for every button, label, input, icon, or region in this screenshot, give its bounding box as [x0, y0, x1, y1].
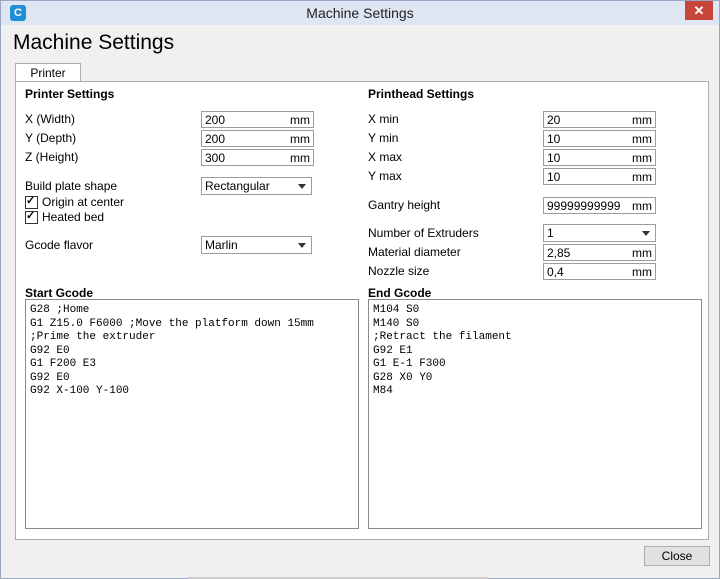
y-min-label: Y min	[368, 131, 399, 145]
gcode-flavor-select[interactable]: Marlin	[201, 236, 312, 254]
printhead-settings-heading: Printhead Settings	[368, 87, 475, 101]
x-width-field[interactable]: 200 mm	[201, 111, 314, 128]
machine-settings-window: C Machine Settings ✕ Machine Settings Pr…	[0, 0, 720, 579]
end-gcode-editor[interactable]: M104 S0 M140 S0 ;Retract the filament G9…	[368, 299, 702, 529]
build-plate-value: Rectangular	[205, 179, 270, 193]
end-gcode-line: M140 S0	[373, 317, 420, 330]
unit-mm: mm	[632, 199, 652, 213]
z-height-value: 300	[205, 151, 226, 165]
gantry-height-field[interactable]: 99999999999 mm	[543, 197, 656, 214]
dropdown-arrow-icon	[298, 243, 306, 248]
material-diameter-value: 2,85	[547, 246, 571, 260]
end-gcode-line: G1 E-1 F300	[373, 358, 446, 370]
x-max-field[interactable]: 10 mm	[543, 149, 656, 166]
y-max-value: 10	[547, 170, 561, 184]
unit-mm: mm	[290, 151, 310, 165]
end-gcode-line: M84	[373, 385, 393, 397]
dropdown-arrow-icon	[298, 184, 306, 189]
origin-center-checkbox[interactable]: Origin at center	[25, 194, 125, 209]
close-button[interactable]: Close	[644, 546, 710, 566]
unit-mm: mm	[290, 132, 310, 146]
nozzle-size-field[interactable]: 0,4 mm	[543, 263, 656, 280]
start-gcode-label: Start Gcode	[25, 286, 94, 300]
gantry-height-value: 99999999999	[547, 199, 621, 213]
start-gcode-line: ;Prime the extruder	[30, 331, 156, 343]
x-min-field[interactable]: 20 mm	[543, 111, 656, 128]
y-max-field[interactable]: 10 mm	[543, 168, 656, 185]
y-depth-label: Y (Depth)	[25, 131, 77, 145]
unit-mm: mm	[290, 113, 310, 127]
gcode-flavor-value: Marlin	[205, 238, 238, 252]
heated-bed-label: Heated bed	[42, 210, 105, 224]
y-depth-field[interactable]: 200 mm	[201, 130, 314, 147]
end-gcode-line: ;Retract the filament	[373, 331, 512, 343]
heated-bed-checkbox[interactable]: Heated bed	[25, 209, 105, 224]
extruders-select[interactable]: 1	[543, 224, 656, 242]
start-gcode-line: G92 E0	[30, 344, 70, 357]
y-min-value: 10	[547, 132, 561, 146]
printer-settings-heading: Printer Settings	[25, 87, 115, 101]
y-min-field[interactable]: 10 mm	[543, 130, 656, 147]
z-height-field[interactable]: 300 mm	[201, 149, 314, 166]
gantry-height-label: Gantry height	[368, 198, 441, 212]
start-gcode-line: G1 F200 E3	[30, 358, 97, 370]
unit-mm: mm	[632, 265, 652, 279]
material-diameter-label: Material diameter	[368, 245, 461, 259]
x-min-value: 20	[547, 113, 561, 127]
checkbox-checked-icon	[25, 209, 38, 224]
x-width-label: X (Width)	[25, 112, 76, 126]
origin-center-label: Origin at center	[42, 195, 125, 209]
window-close-button[interactable]: ✕	[685, 1, 713, 20]
title-bar[interactable]: C Machine Settings ✕	[1, 1, 719, 25]
build-plate-select[interactable]: Rectangular	[201, 177, 312, 195]
dialog-content: Machine Settings Printer Printer Setting…	[7, 25, 713, 571]
z-height-label: Z (Height)	[25, 150, 79, 164]
y-depth-value: 200	[205, 132, 226, 146]
end-gcode-line: G28 X0 Y0	[373, 371, 433, 384]
start-gcode-line: G92 X-100 Y-100	[30, 385, 130, 397]
unit-mm: mm	[632, 170, 652, 184]
start-gcode-editor[interactable]: G28 ;Home G1 Z15.0 F6000 ;Move the platf…	[25, 299, 359, 529]
unit-mm: mm	[632, 132, 652, 146]
end-gcode-line: M104 S0	[373, 304, 420, 316]
unit-mm: mm	[632, 113, 652, 127]
extruders-label: Number of Extruders	[368, 226, 479, 240]
y-max-label: Y max	[368, 169, 402, 183]
end-gcode-line: G92 E1	[373, 344, 413, 357]
start-gcode-line: G92 E0	[30, 371, 70, 384]
unit-mm: mm	[632, 246, 652, 260]
printer-tab-panel: Printer Settings X (Width) 200 mm Y (Dep…	[15, 81, 709, 540]
unit-mm: mm	[632, 151, 652, 165]
build-plate-label: Build plate shape	[25, 179, 118, 193]
end-gcode-label: End Gcode	[368, 286, 432, 300]
dropdown-arrow-icon	[642, 231, 650, 236]
window-title: Machine Settings	[306, 5, 414, 21]
checkbox-checked-icon	[25, 194, 38, 209]
nozzle-size-value: 0,4	[547, 265, 564, 279]
tab-printer[interactable]: Printer	[15, 63, 81, 82]
material-diameter-field[interactable]: 2,85 mm	[543, 244, 656, 261]
x-max-value: 10	[547, 151, 561, 165]
gcode-flavor-label: Gcode flavor	[25, 238, 94, 252]
nozzle-size-label: Nozzle size	[368, 264, 430, 278]
x-min-label: X min	[368, 112, 399, 126]
x-width-value: 200	[205, 113, 226, 127]
x-max-label: X max	[368, 150, 403, 164]
dialog-heading: Machine Settings	[13, 31, 175, 54]
start-gcode-line: G1 Z15.0 F6000 ;Move the platform down 1…	[30, 317, 314, 330]
start-gcode-line: G28 ;Home	[30, 304, 90, 316]
extruders-value: 1	[547, 226, 554, 240]
